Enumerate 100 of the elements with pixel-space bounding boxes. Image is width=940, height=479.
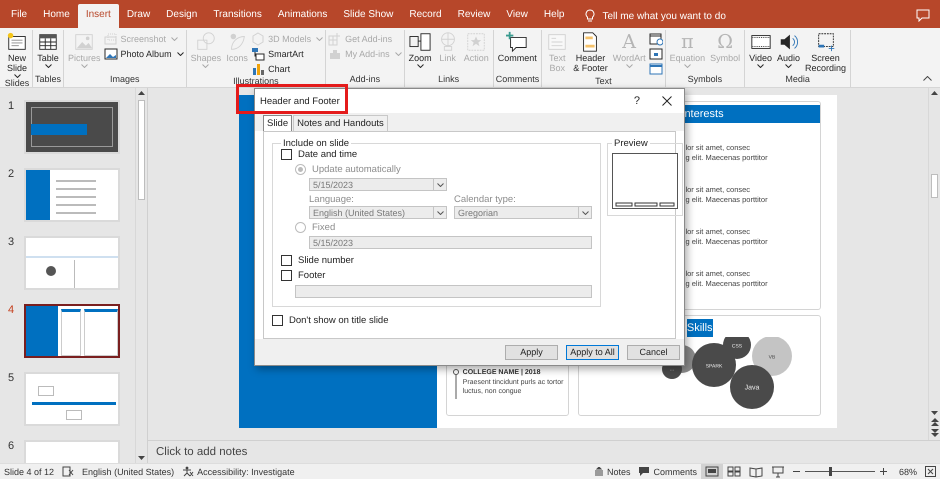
ribbon-group-label: Add-ins <box>348 74 382 86</box>
checkbox-label: Slide number <box>298 255 354 266</box>
new-slide-icon <box>6 31 28 53</box>
previous-slide-icon <box>930 418 938 426</box>
hierarchy-icon <box>251 47 266 61</box>
window-icon <box>648 62 663 76</box>
card-header: Skills <box>686 319 713 337</box>
zoom-in-icon[interactable] <box>880 468 887 475</box>
ribbon-button[interactable]: Header & Footer <box>571 31 610 76</box>
caret-icon <box>202 64 210 68</box>
caret-icon <box>416 64 424 68</box>
ribbon-tab[interactable]: Review <box>450 4 498 28</box>
ribbon-button[interactable]: Screen Recording <box>803 31 848 74</box>
calendar-icon <box>648 32 663 46</box>
language-button[interactable]: English (United States) <box>82 466 174 476</box>
ribbon-icon-button[interactable] <box>648 32 663 46</box>
checkbox-label: Footer <box>298 270 326 281</box>
lightbulb-icon <box>584 9 596 23</box>
ribbon-tab[interactable]: Design <box>158 4 206 28</box>
checkbox[interactable] <box>281 255 292 266</box>
ribbon-tab[interactable]: Help <box>536 4 572 28</box>
scroll-down-icon <box>138 456 145 460</box>
ribbon-tab[interactable]: Home <box>35 4 78 28</box>
ribbon-group-label: Symbols <box>686 74 724 86</box>
checkbox[interactable] <box>272 315 283 326</box>
slide-sorter-icon <box>726 466 741 478</box>
scroll-thumb[interactable] <box>138 100 145 200</box>
checkbox[interactable] <box>281 270 292 281</box>
ribbon-button[interactable]: Comment <box>496 31 539 74</box>
caret-icon <box>684 64 691 68</box>
dialog-tab[interactable]: Slide <box>263 115 292 131</box>
ribbon-group-label: Text <box>594 76 613 87</box>
ribbon-tab[interactable]: Draw <box>118 4 158 28</box>
text-box-icon <box>546 31 568 53</box>
slide-number: 3 <box>7 236 16 248</box>
ribbon-tab[interactable]: Slide Show <box>335 4 402 28</box>
group-legend: Preview <box>612 138 650 149</box>
reading-view-icon <box>748 466 763 478</box>
slide-number: 2 <box>7 168 16 180</box>
next-slide-icon <box>930 429 938 437</box>
dialog-button[interactable]: Cancel <box>627 344 680 360</box>
ribbon-button[interactable]: Chart <box>251 62 324 76</box>
scrollbar[interactable] <box>135 88 147 463</box>
zoom-slides-icon <box>409 31 432 53</box>
help-button[interactable]: ? <box>634 95 640 107</box>
caret-icon <box>176 52 184 56</box>
dialog-button[interactable]: Apply to All <box>566 344 619 360</box>
spelling-check-icon[interactable] <box>62 466 74 477</box>
dialog-button[interactable]: Apply <box>505 344 558 360</box>
ribbon-tab[interactable]: Animations <box>270 4 336 28</box>
tell-me-search[interactable]: Tell me what you want to do <box>584 4 726 28</box>
comment-icon[interactable] <box>916 9 930 22</box>
dialog-tab[interactable]: Notes and Handouts <box>293 115 388 131</box>
radio-label: Fixed <box>312 222 336 233</box>
omega-icon: Ω <box>717 31 733 53</box>
wordart-icon: A <box>622 31 636 53</box>
zoom-slider-thumb[interactable] <box>829 467 832 476</box>
comments-button[interactable]: Comments <box>638 466 697 477</box>
dialog-title: Header and Footer <box>260 96 340 106</box>
calendar-type-label: Calendar type: <box>454 194 517 205</box>
ribbon-button[interactable]: Table <box>35 31 61 74</box>
photo-album-icon <box>104 47 118 61</box>
caret-icon <box>80 64 88 68</box>
slide-preview-drawing <box>612 153 678 209</box>
pi-icon: π <box>681 31 694 53</box>
ribbon-tab[interactable]: View <box>498 4 536 28</box>
slide-number: 4 <box>7 304 16 316</box>
collapse-ribbon-icon[interactable] <box>923 76 932 81</box>
caret-icon <box>316 37 324 41</box>
group-legend: Include on slide <box>281 138 352 149</box>
table-icon <box>37 31 59 53</box>
scrollbar[interactable] <box>928 88 940 440</box>
view-button[interactable] <box>700 464 723 479</box>
ribbon-tab[interactable]: Record <box>401 4 450 28</box>
notes-button[interactable]: Notes <box>594 466 630 476</box>
ribbon-tab[interactable]: File <box>3 4 36 28</box>
language-label: Language: <box>309 194 355 205</box>
ribbon-button[interactable]: Zoom <box>406 31 434 74</box>
zoom-out-icon[interactable] <box>792 468 800 475</box>
slide-thumbnail[interactable] <box>24 304 120 358</box>
caret-icon <box>394 52 402 56</box>
scroll-up-icon <box>931 91 938 95</box>
checkbox[interactable] <box>281 149 292 160</box>
close-icon[interactable] <box>662 96 672 106</box>
zoom-level[interactable]: 68% <box>898 466 917 476</box>
ribbon-tab[interactable]: Insert <box>78 4 119 28</box>
ribbon-button[interactable]: New Slide <box>4 31 30 78</box>
ribbon-group-label: Media <box>784 74 811 86</box>
ribbon-button[interactable]: Audio <box>774 31 802 74</box>
ribbon-tab[interactable]: Transitions <box>205 4 270 28</box>
caret-icon <box>14 74 20 78</box>
ribbon-button[interactable]: Video <box>747 31 774 74</box>
ribbon-group-label: Illustrations <box>232 76 280 87</box>
ribbon-button[interactable]: Photo Album <box>104 47 184 61</box>
fit-to-window-icon[interactable] <box>925 466 936 477</box>
accessibility-button[interactable]: Accessibility: Investigate <box>182 466 295 477</box>
shapes-icon <box>194 31 217 53</box>
ribbon-button[interactable]: SmartArt <box>251 47 324 61</box>
ribbon-group-label: Images <box>109 74 141 86</box>
scroll-thumb[interactable] <box>931 174 938 198</box>
